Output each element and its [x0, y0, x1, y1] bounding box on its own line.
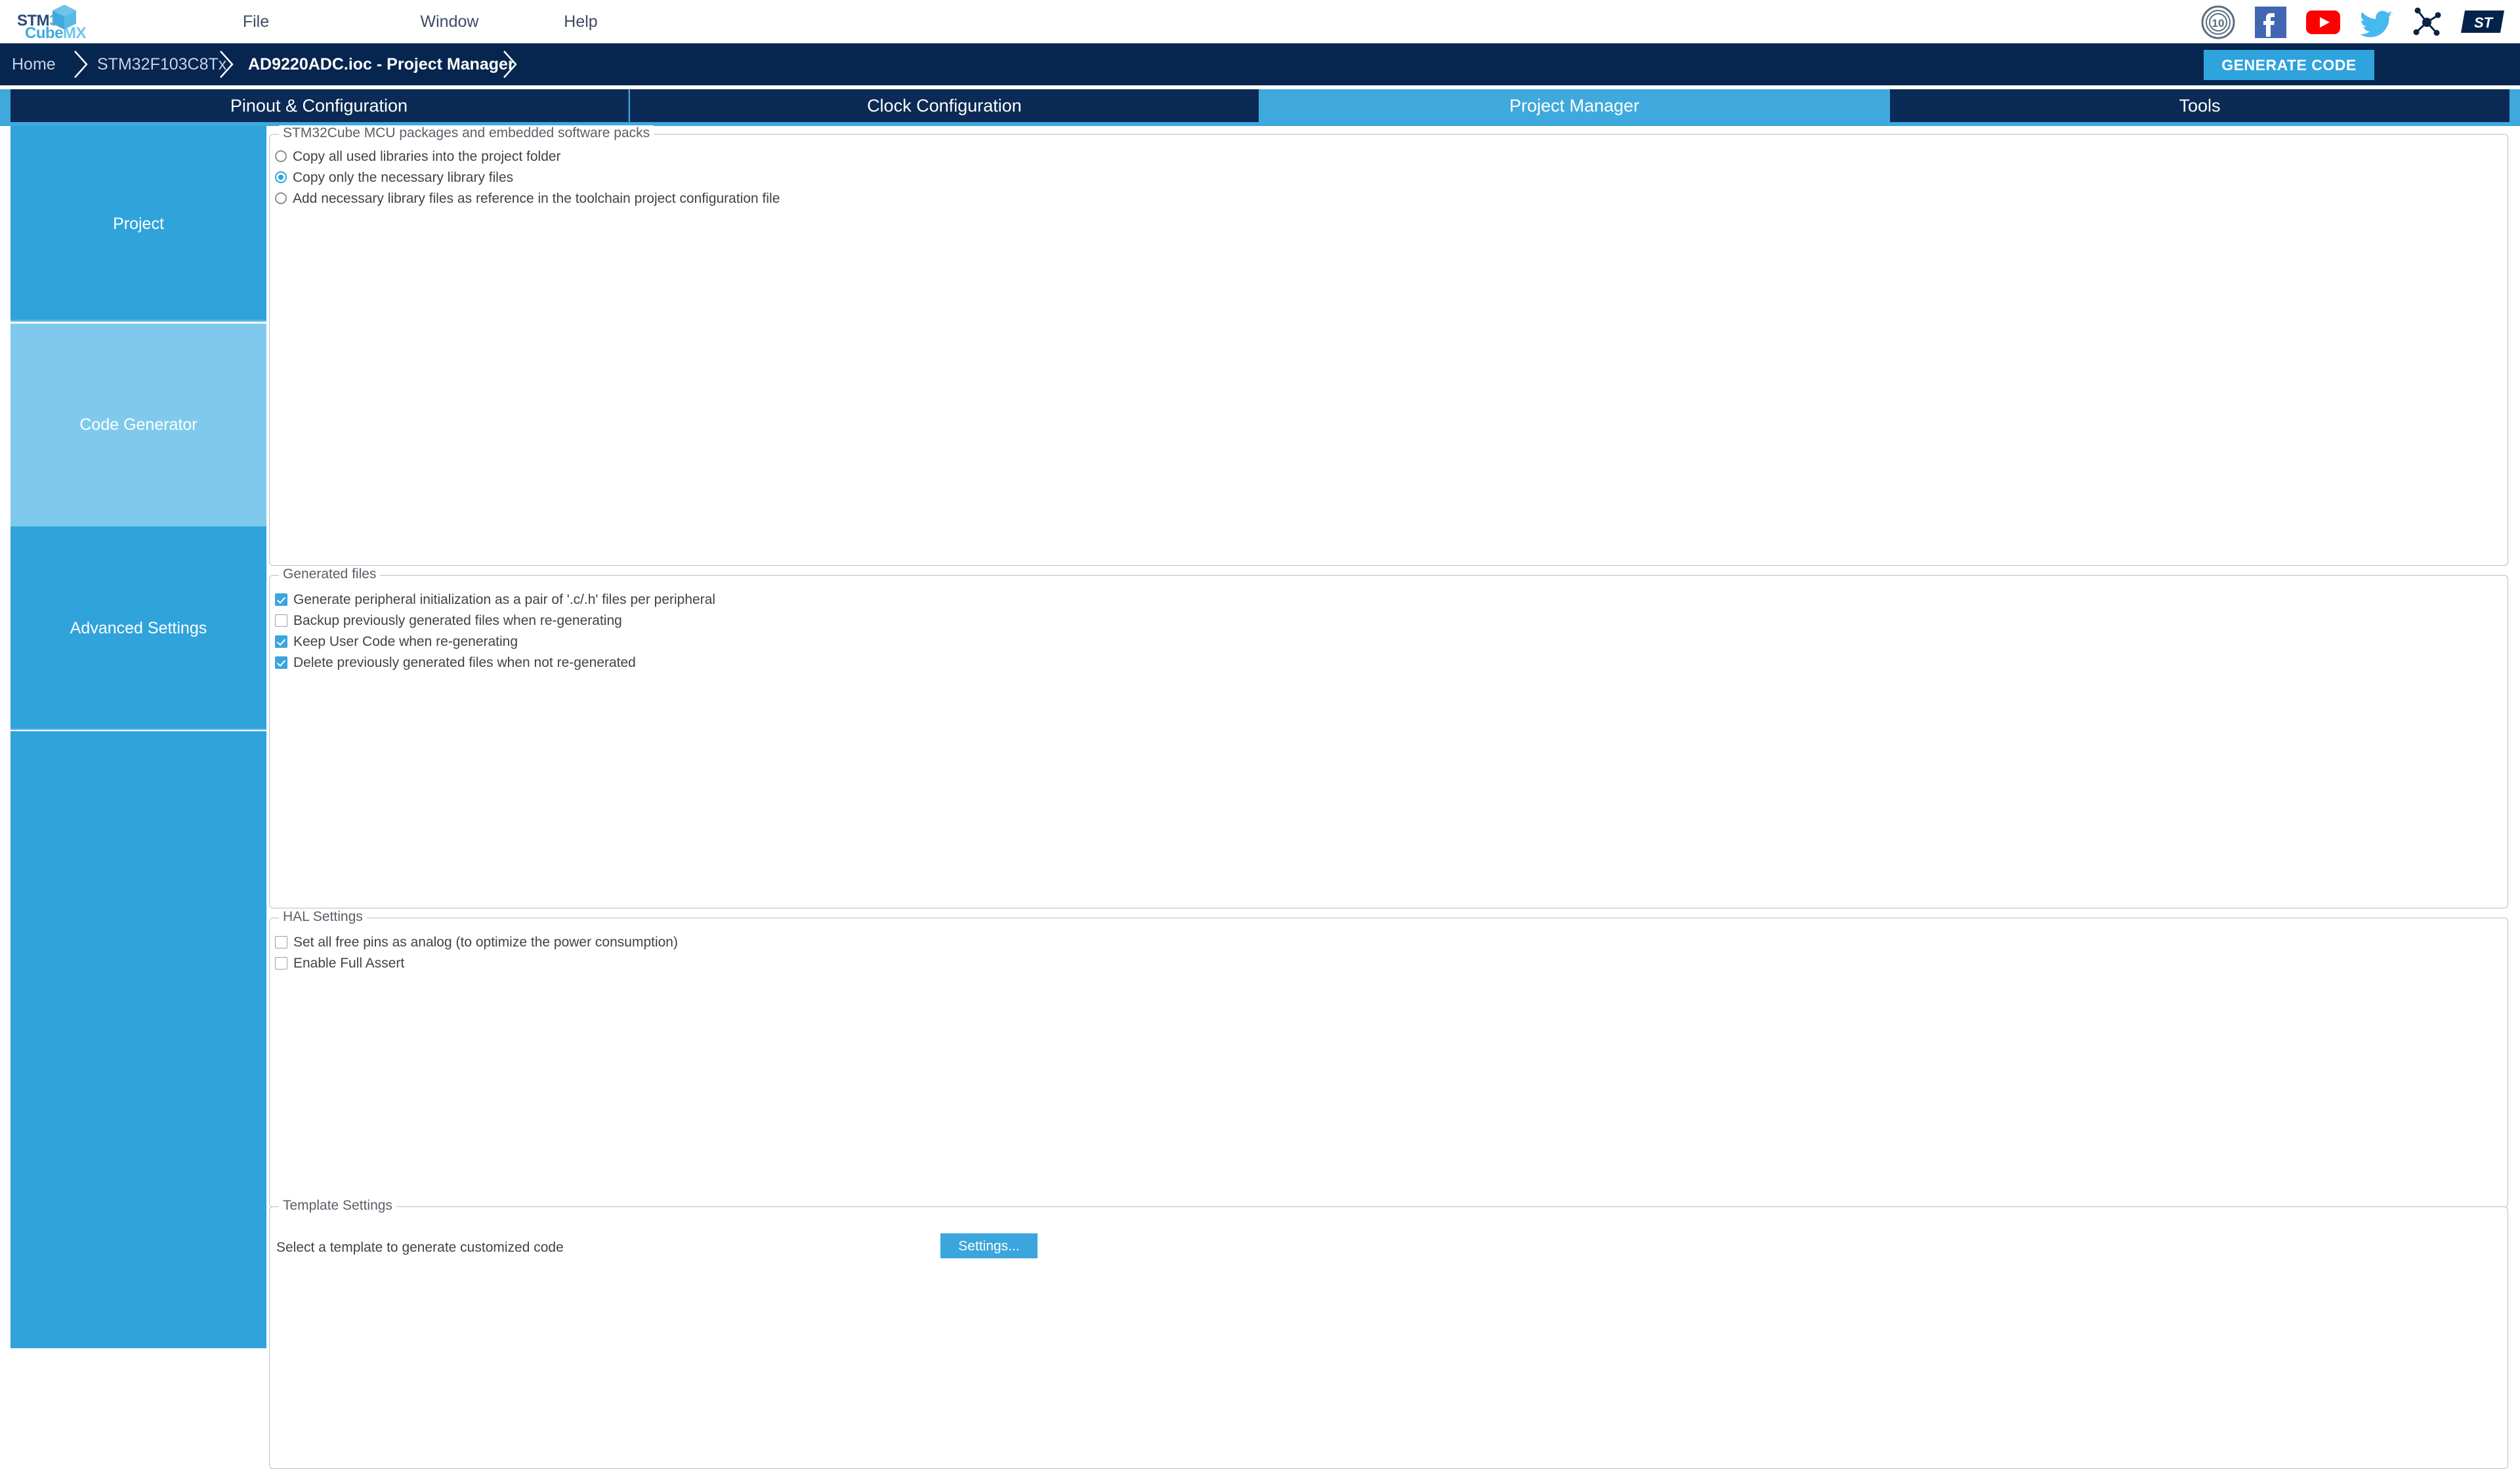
checkbox-backup-previous-files-label: Backup previously generated files when r…	[293, 614, 622, 628]
tab-project-manager[interactable]: Project Manager	[1260, 89, 1889, 126]
tab-clock-configuration[interactable]: Clock Configuration	[630, 89, 1259, 122]
template-description: Select a template to generate customized…	[276, 1240, 564, 1256]
radio-copy-all-libraries[interactable]	[275, 150, 287, 162]
checkbox-row-backup-previous-files[interactable]: Backup previously generated files when r…	[275, 610, 622, 631]
checkbox-free-pins-analog[interactable]	[275, 936, 287, 948]
twitter-icon[interactable]	[2359, 5, 2395, 39]
stm32cubemx-logo: STM32 CubeMX	[12, 3, 123, 41]
menu-help[interactable]: Help	[545, 0, 617, 43]
group-mcu-packages-legend: STM32Cube MCU packages and embedded soft…	[279, 125, 654, 141]
breadcrumb-mcu[interactable]: STM32F103C8Tx	[97, 43, 226, 85]
sidebar-item-advanced-settings[interactable]: Advanced Settings	[10, 526, 266, 730]
radio-add-library-reference-label: Add necessary library files as reference…	[293, 192, 780, 205]
radio-row-copy-necessary-library-files[interactable]: Copy only the necessary library files	[275, 167, 513, 188]
checkbox-delete-previous-files[interactable]	[275, 656, 287, 669]
generate-code-button[interactable]: GENERATE CODE	[2204, 50, 2374, 80]
radio-copy-necessary-library-files[interactable]	[275, 171, 287, 183]
tab-pinout-configuration[interactable]: Pinout & Configuration	[10, 89, 629, 122]
menu-bar: STM32 CubeMX File Window Help 10	[0, 0, 2520, 44]
ten-years-badge-icon[interactable]: 10	[2201, 5, 2235, 39]
checkbox-row-keep-user-code[interactable]: Keep User Code when re-generating	[275, 631, 518, 652]
group-mcu-packages: STM32Cube MCU packages and embedded soft…	[269, 134, 2508, 566]
sidebar-item-empty	[10, 731, 266, 1348]
svg-text:10: 10	[2212, 17, 2225, 30]
checkbox-backup-previous-files[interactable]	[275, 614, 287, 627]
checkbox-row-free-pins-analog[interactable]: Set all free pins as analog (to optimize…	[275, 931, 678, 952]
checkbox-peripheral-init-pair-label: Generate peripheral initialization as a …	[293, 593, 715, 607]
youtube-icon[interactable]	[2305, 5, 2342, 39]
radio-copy-all-libraries-label: Copy all used libraries into the project…	[293, 150, 561, 163]
chevron-right-icon	[500, 49, 520, 80]
main-tab-bar: Pinout & Configuration Clock Configurati…	[0, 89, 2520, 126]
template-settings-button[interactable]: Settings...	[940, 1233, 1038, 1258]
checkbox-keep-user-code[interactable]	[275, 635, 287, 648]
checkbox-enable-full-assert[interactable]	[275, 957, 287, 969]
checkbox-peripheral-init-pair[interactable]	[275, 593, 287, 606]
st-logo-icon[interactable]: ST	[2460, 8, 2507, 35]
st-community-icon[interactable]	[2410, 5, 2444, 39]
radio-row-copy-all-libraries[interactable]: Copy all used libraries into the project…	[275, 146, 561, 167]
menu-file[interactable]: File	[217, 0, 295, 43]
sidebar-item-project[interactable]: Project	[10, 126, 266, 322]
menu-window[interactable]: Window	[400, 0, 499, 43]
radio-row-add-library-reference[interactable]: Add necessary library files as reference…	[275, 188, 780, 209]
checkbox-row-delete-previous-files[interactable]: Delete previously generated files when n…	[275, 652, 636, 673]
svg-text:ST: ST	[2474, 14, 2494, 31]
checkbox-delete-previous-files-label: Delete previously generated files when n…	[293, 656, 636, 670]
content-area: Project Code Generator Advanced Settings…	[0, 126, 2520, 1355]
breadcrumb-bar: Home STM32F103C8Tx AD9220ADC.ioc - Proje…	[0, 43, 2520, 85]
radio-add-library-reference[interactable]	[275, 192, 287, 204]
radio-copy-necessary-library-files-label: Copy only the necessary library files	[293, 171, 513, 184]
chevron-right-icon	[71, 49, 91, 80]
chevron-right-icon	[217, 49, 236, 80]
group-hal-settings-legend: HAL Settings	[279, 909, 367, 925]
project-manager-sidebar: Project Code Generator Advanced Settings	[10, 126, 266, 1350]
checkbox-free-pins-analog-label: Set all free pins as analog (to optimize…	[293, 935, 678, 949]
group-template-settings-legend: Template Settings	[279, 1198, 396, 1214]
group-generated-files-legend: Generated files	[279, 566, 380, 582]
checkbox-enable-full-assert-label: Enable Full Assert	[293, 956, 404, 970]
facebook-icon[interactable]	[2254, 5, 2288, 39]
group-hal-settings: HAL Settings Set all free pins as analog…	[269, 918, 2508, 1208]
group-template-settings: Template Settings Select a template to g…	[269, 1206, 2508, 1469]
tab-tools[interactable]: Tools	[1890, 89, 2510, 122]
group-generated-files: Generated files Generate peripheral init…	[269, 575, 2508, 908]
breadcrumb-home[interactable]: Home	[12, 43, 56, 85]
checkbox-row-enable-full-assert[interactable]: Enable Full Assert	[275, 952, 404, 973]
checkbox-row-peripheral-init-pair[interactable]: Generate peripheral initialization as a …	[275, 589, 715, 610]
cube-icon	[50, 3, 79, 32]
breadcrumb-current[interactable]: AD9220ADC.ioc - Project Manager	[248, 43, 514, 85]
sidebar-item-code-generator[interactable]: Code Generator	[10, 324, 266, 526]
checkbox-keep-user-code-label: Keep User Code when re-generating	[293, 635, 518, 649]
